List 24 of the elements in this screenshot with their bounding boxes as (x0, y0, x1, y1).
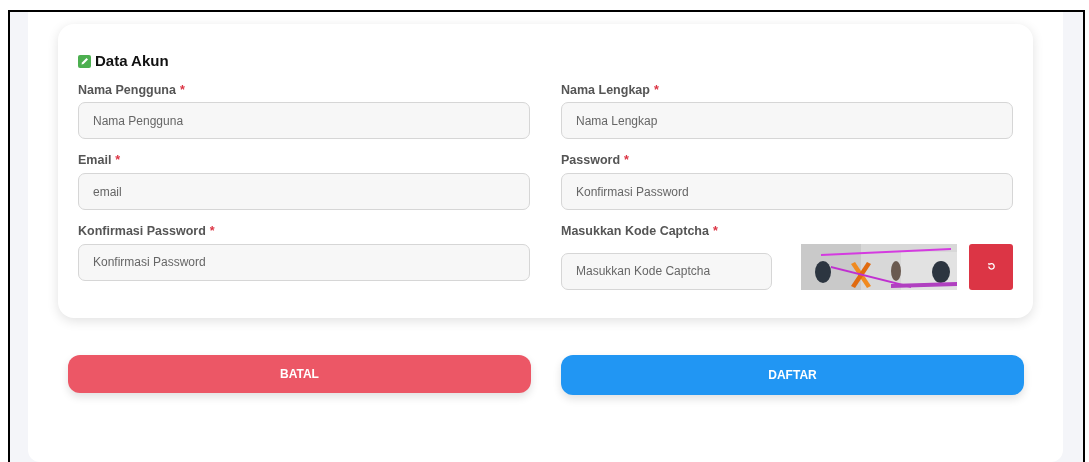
refresh-button[interactable] (969, 243, 1013, 290)
field-label: Nama Pengguna (78, 82, 176, 97)
required-mark: * (115, 153, 121, 168)
required-mark: * (653, 82, 659, 97)
input-field[interactable]: Konfirmasi Password (561, 173, 1013, 210)
section-title: Data Akun (95, 51, 169, 71)
submit-button[interactable]: DAFTAR (561, 354, 1024, 395)
input-field[interactable]: email (78, 173, 530, 210)
field-label: Konfirmasi Password (78, 224, 206, 238)
field-label: Email (78, 153, 112, 168)
cancel-button[interactable]: BATAL (68, 354, 531, 393)
input-field[interactable]: Konfirmasi Password (78, 243, 530, 281)
input-field[interactable]: Nama Lengkap (561, 102, 1013, 140)
refresh-icon (986, 262, 996, 272)
required-mark: * (712, 224, 718, 238)
required-mark: * (209, 224, 215, 238)
input-field[interactable]: Masukkan Kode Captcha (561, 252, 772, 290)
field-label: Nama Lengkap (561, 82, 650, 97)
required-mark: * (179, 82, 185, 97)
edit-icon (78, 54, 91, 68)
required-mark: * (624, 153, 629, 168)
field-label: Masukkan Kode Captcha (561, 224, 709, 238)
input-field[interactable]: Nama Pengguna (78, 102, 530, 140)
field-label: Password (561, 153, 621, 168)
